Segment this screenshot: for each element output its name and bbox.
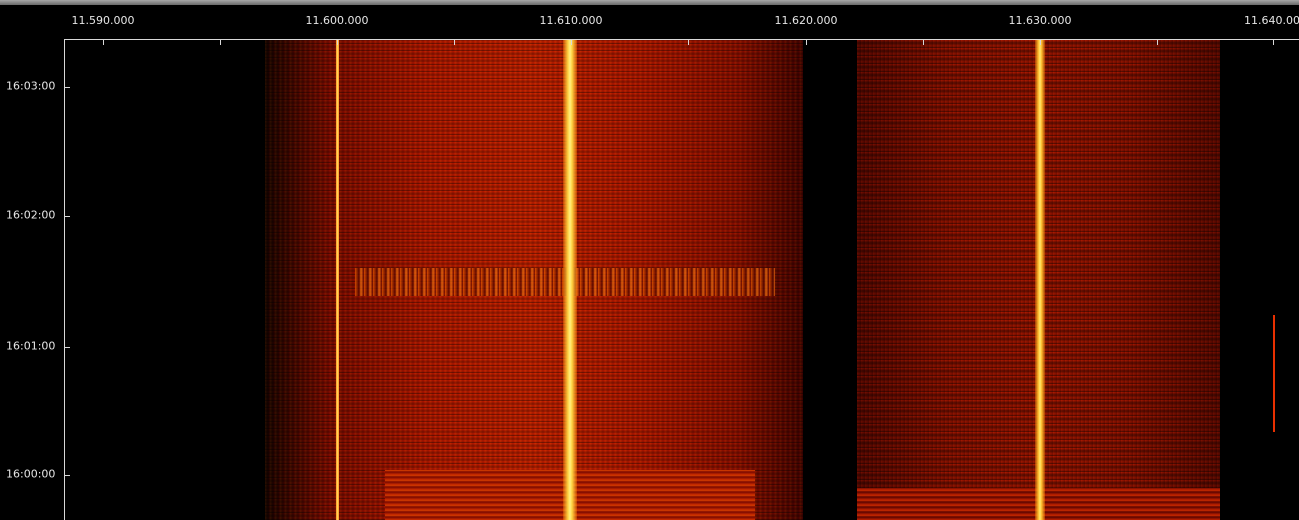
- frequency-tick: [1040, 40, 1041, 45]
- carrier-line: [563, 40, 577, 520]
- frequency-tick: [688, 40, 689, 45]
- time-label: 16:01:00: [6, 339, 56, 353]
- frequency-label: 11.630.000: [1008, 14, 1072, 27]
- frequency-label: 11.590.000: [71, 14, 135, 27]
- frequency-tick: [454, 40, 455, 45]
- time-label: 16:00:00: [6, 467, 56, 481]
- carrier-line: [1035, 40, 1045, 520]
- time-tick: [65, 216, 70, 217]
- frequency-tick: [103, 40, 104, 45]
- window-top-border: [0, 0, 1299, 5]
- frequency-tick: [923, 40, 924, 45]
- time-label: 16:03:00: [6, 79, 56, 93]
- waterfall-display[interactable]: [64, 39, 1299, 520]
- frequency-tick: [337, 40, 338, 45]
- time-tick: [65, 87, 70, 88]
- frequency-label: 11.640.00: [1244, 14, 1299, 27]
- frequency-tick: [806, 40, 807, 45]
- frequency-label: 11.610.000: [539, 14, 603, 27]
- carrier-line: [1273, 315, 1275, 432]
- frequency-tick: [1273, 40, 1274, 45]
- time-tick: [65, 475, 70, 476]
- frequency-tick: [571, 40, 572, 45]
- time-label: 16:02:00: [6, 208, 56, 222]
- frequency-tick: [1157, 40, 1158, 45]
- frequency-label: 11.620.000: [774, 14, 838, 27]
- frequency-tick: [220, 40, 221, 45]
- time-tick: [65, 347, 70, 348]
- frequency-label: 11.600.000: [305, 14, 369, 27]
- carrier-line: [336, 40, 339, 520]
